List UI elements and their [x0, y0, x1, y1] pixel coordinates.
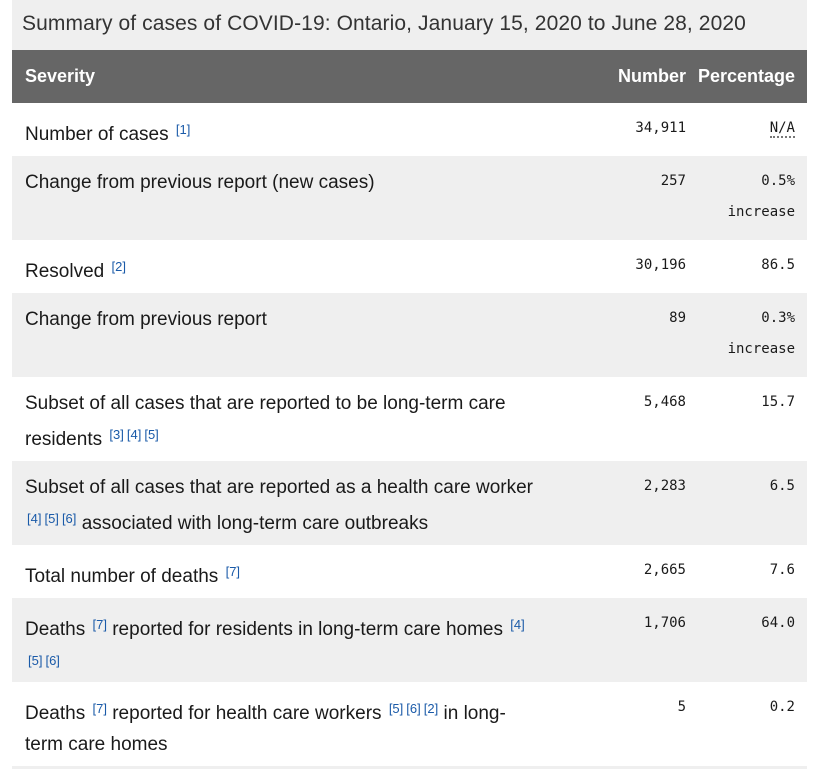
footnote-link[interactable]: [6] — [45, 653, 59, 668]
row-number: 34,911 — [635, 120, 686, 136]
row-percentage: 0.5% increase — [686, 149, 807, 228]
footnote-link[interactable]: [5] — [44, 511, 58, 526]
row-percentage: 0.2 — [769, 699, 795, 715]
table-row: Deaths [7] reported for residents in lon… — [12, 598, 807, 682]
footnote-link[interactable]: [5] — [144, 427, 158, 442]
row-label: Number of cases [1] — [25, 122, 191, 145]
footnote-link[interactable]: [5] — [389, 701, 403, 716]
footnote-link[interactable]: [4] — [127, 427, 141, 442]
row-number: 5,468 — [643, 394, 686, 410]
row-percentage: 64.0 — [761, 615, 795, 631]
covid-summary-table: Summary of cases of COVID-19: Ontario, J… — [12, 0, 807, 769]
row-percentage: 15.7 — [761, 394, 795, 410]
row-percentage: 86.5 — [761, 257, 795, 273]
footnote-link[interactable]: [6] — [406, 701, 420, 716]
row-percentage: 6.5 — [769, 478, 795, 494]
row-percentage: N/A — [686, 96, 807, 144]
table-bottom-border — [12, 766, 807, 769]
header-severity: Severity — [25, 66, 96, 86]
table-row: Deaths [7] reported for health care work… — [12, 682, 807, 766]
header-number: Number — [617, 66, 686, 86]
footnote-link[interactable]: [1] — [176, 122, 190, 137]
row-percentage: 0.3% increase — [686, 286, 807, 365]
row-label: Total number of deaths [7] — [25, 564, 241, 587]
table-row: Subset of all cases that are reported to… — [12, 377, 807, 461]
row-label: Resolved [2] — [25, 259, 126, 282]
footnote-link[interactable]: [7] — [226, 564, 240, 579]
footnote-link[interactable]: [4] — [27, 511, 41, 526]
row-label: Change from previous report — [25, 309, 267, 330]
row-label: Deaths [7] reported for residents in lon… — [25, 617, 525, 668]
row-number: 2,283 — [643, 478, 686, 494]
row-number: 89 — [669, 310, 686, 326]
row-number: 257 — [660, 173, 686, 189]
table-row: Subset of all cases that are reported as… — [12, 461, 807, 545]
pct-note: increase — [727, 204, 795, 220]
row-label: Change from previous report (new cases) — [25, 172, 375, 193]
footnote-link[interactable]: [2] — [112, 259, 126, 274]
row-label: Subset of all cases that are reported as… — [25, 477, 533, 534]
pct-note: increase — [727, 341, 795, 357]
abbr-na: N/A — [769, 120, 795, 138]
footnote-link[interactable]: [7] — [92, 617, 106, 632]
footnote-link[interactable]: [4] — [510, 617, 524, 632]
footnote-link[interactable]: [6] — [62, 511, 76, 526]
row-label: Deaths [7] reported for health care work… — [25, 701, 506, 755]
table-row: Change from previous report (new cases) … — [12, 156, 807, 240]
table-row: Change from previous report 89 0.3% incr… — [12, 293, 807, 377]
row-number: 30,196 — [635, 257, 686, 273]
table-caption: Summary of cases of COVID-19: Ontario, J… — [12, 0, 807, 50]
row-percentage: 7.6 — [769, 562, 795, 578]
footnote-link[interactable]: [3] — [109, 427, 123, 442]
footnote-link[interactable]: [7] — [92, 701, 106, 716]
header-percentage: Percentage — [697, 66, 795, 86]
footnote-link[interactable]: [2] — [424, 701, 438, 716]
row-label: Subset of all cases that are reported to… — [25, 393, 506, 450]
row-number: 2,665 — [643, 562, 686, 578]
row-number: 1,706 — [643, 615, 686, 631]
footnote-link[interactable]: [5] — [28, 653, 42, 668]
row-number: 5 — [677, 699, 686, 715]
